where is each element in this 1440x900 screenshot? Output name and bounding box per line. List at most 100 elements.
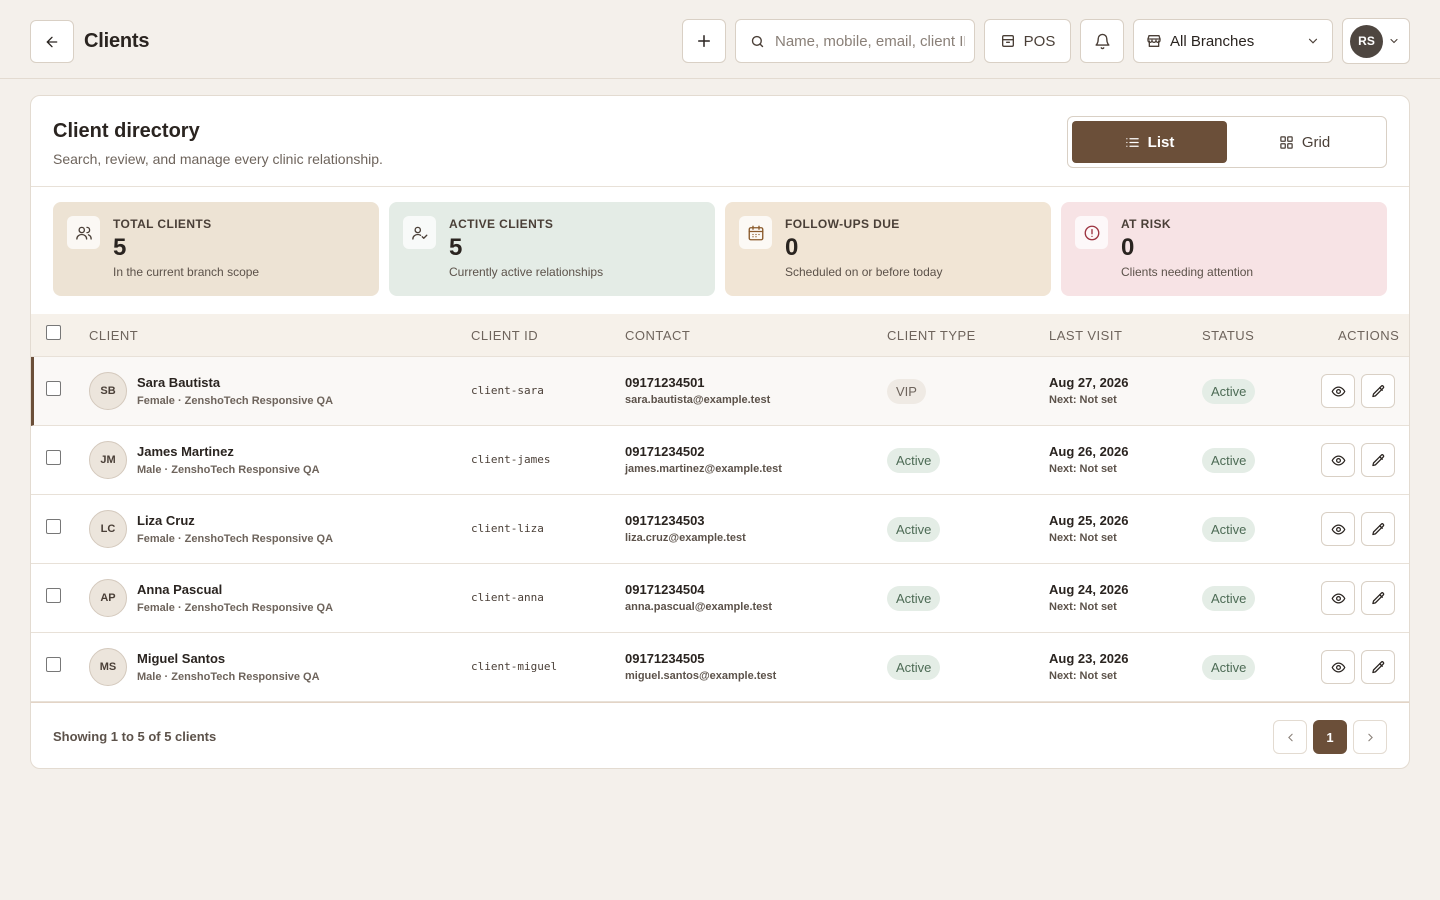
client-id: client-liza	[471, 522, 544, 535]
next-visit: Next: Not set	[1049, 670, 1117, 682]
edit-client-button[interactable]	[1361, 581, 1395, 615]
page-title: Clients	[84, 30, 150, 52]
pencil-icon	[1371, 453, 1386, 468]
client-type-badge: Active	[887, 655, 941, 680]
branch-label: All Branches	[1170, 32, 1255, 50]
client-phone: 09171234504	[625, 582, 705, 597]
stat-label: AT RISK	[1121, 217, 1171, 231]
user-menu[interactable]: RS	[1342, 18, 1410, 64]
client-type-badge: VIP	[887, 379, 926, 404]
list-view-label: List	[1147, 133, 1175, 151]
page-number-button[interactable]: 1	[1313, 720, 1347, 754]
client-email: anna.pascual@example.test	[625, 601, 773, 613]
column-header: ACTIONS	[1338, 327, 1400, 343]
table-row[interactable]: SB Sara Bautista Female · ZenshoTech Respo…	[31, 357, 1409, 426]
branch-select[interactable]: All Branches	[1133, 19, 1333, 63]
register-icon	[1001, 35, 1014, 47]
clients-table: CLIENT CLIENT ID CONTACT CLIENT TYPE LAS…	[31, 314, 1409, 702]
list-view-button[interactable]: List	[1072, 121, 1227, 163]
edit-client-button[interactable]	[1361, 512, 1395, 546]
table-row[interactable]: LC Liza Cruz Female · ZenshoTech Responsiv…	[31, 495, 1409, 564]
stat-description: Currently active relationships	[449, 265, 604, 279]
view-client-button[interactable]	[1321, 581, 1355, 615]
column-header: LAST VISIT	[1049, 327, 1123, 343]
last-visit-date: Aug 26, 2026	[1049, 444, 1129, 459]
client-email: james.martinez@example.test	[625, 463, 782, 475]
row-checkbox[interactable]	[46, 450, 61, 465]
prev-page-button[interactable]	[1273, 720, 1307, 754]
next-visit: Next: Not set	[1049, 601, 1117, 613]
stat-at-risk: AT RISK 0 Clients needing attention	[1061, 202, 1387, 296]
chevron-left-icon	[1287, 733, 1293, 741]
top-bar: Clients POS All Branches RS	[0, 0, 1440, 79]
last-visit-date: Aug 23, 2026	[1049, 651, 1129, 666]
eye-icon	[1331, 453, 1346, 468]
pos-label: POS	[1023, 32, 1056, 50]
row-checkbox[interactable]	[46, 381, 61, 396]
stat-label: FOLLOW-UPS DUE	[785, 217, 900, 231]
edit-client-button[interactable]	[1361, 443, 1395, 477]
status-badge: Active	[1202, 448, 1256, 473]
stat-description: Scheduled on or before today	[785, 265, 943, 279]
stat-active-clients: ACTIVE CLIENTS 5 Currently active relati…	[389, 202, 715, 296]
eye-icon	[1331, 660, 1346, 675]
table-row[interactable]: JM James Martinez Male · ZenshoTech Respon…	[31, 426, 1409, 495]
alert-circle-icon	[1075, 216, 1108, 249]
last-visit-date: Aug 27, 2026	[1049, 375, 1129, 390]
client-meta: Female · ZenshoTech Responsive QA	[137, 533, 334, 545]
card-header: Client directory Search, review, and man…	[31, 96, 1409, 187]
client-phone: 09171234502	[625, 444, 705, 459]
grid-view-button[interactable]: Grid	[1227, 121, 1382, 163]
row-checkbox[interactable]	[46, 588, 61, 603]
view-client-button[interactable]	[1321, 650, 1355, 684]
stat-follow-ups-due: FOLLOW-UPS DUE 0 Scheduled on or before …	[725, 202, 1051, 296]
table-row[interactable]: AP Anna Pascual Female · ZenshoTech Respon…	[31, 564, 1409, 633]
next-page-button[interactable]	[1353, 720, 1387, 754]
client-email: miguel.santos@example.test	[625, 670, 777, 682]
table-row[interactable]: MS Miguel Santos Male · ZenshoTech Respons…	[31, 633, 1409, 702]
view-toggle: List Grid	[1067, 116, 1387, 168]
stat-value: 0	[785, 234, 799, 261]
add-client-button[interactable]	[682, 19, 726, 63]
bell-icon	[1094, 33, 1110, 49]
chevron-down-icon	[1390, 38, 1398, 44]
view-client-button[interactable]	[1321, 374, 1355, 408]
view-client-button[interactable]	[1321, 512, 1355, 546]
back-button[interactable]	[30, 20, 74, 63]
search-input[interactable]	[775, 32, 965, 50]
table-header: CLIENT CLIENT ID CONTACT CLIENT TYPE LAS…	[31, 314, 1409, 357]
column-header: CLIENT ID	[471, 327, 539, 343]
view-client-button[interactable]	[1321, 443, 1355, 477]
edit-client-button[interactable]	[1361, 374, 1395, 408]
client-meta: Female · ZenshoTech Responsive QA	[137, 602, 334, 614]
column-header: CLIENT	[89, 327, 139, 343]
store-icon	[1147, 35, 1161, 47]
row-checkbox[interactable]	[46, 519, 61, 534]
select-all-checkbox[interactable]	[46, 325, 61, 340]
edit-client-button[interactable]	[1361, 650, 1395, 684]
stat-value: 5	[113, 234, 127, 261]
pos-button[interactable]: POS	[984, 19, 1071, 63]
status-badge: Active	[1202, 655, 1256, 680]
row-checkbox[interactable]	[46, 657, 61, 672]
table-body: SB Sara Bautista Female · ZenshoTech Respo…	[31, 357, 1409, 702]
client-avatar: LC	[89, 510, 127, 548]
status-badge: Active	[1202, 379, 1256, 404]
client-type-badge: Active	[887, 586, 941, 611]
user-avatar: RS	[1350, 24, 1383, 58]
chevron-right-icon	[1367, 733, 1373, 741]
card-title: Client directory	[53, 120, 200, 142]
showing-count: Showing 1 to 5 of 5 clients	[53, 729, 217, 744]
notifications-button[interactable]	[1080, 19, 1124, 63]
column-header: STATUS	[1202, 327, 1255, 343]
client-name: James Martinez	[137, 444, 234, 459]
table-footer: Showing 1 to 5 of 5 clients 1	[31, 702, 1409, 768]
last-visit-date: Aug 25, 2026	[1049, 513, 1129, 528]
column-header: CLIENT TYPE	[887, 327, 976, 343]
client-meta: Male · ZenshoTech Responsive QA	[137, 464, 320, 476]
calendar-icon	[739, 216, 772, 249]
status-badge: Active	[1202, 517, 1256, 542]
pencil-icon	[1371, 591, 1386, 606]
card-subtitle: Search, review, and manage every clinic …	[53, 151, 383, 167]
client-id: client-sara	[471, 384, 544, 397]
